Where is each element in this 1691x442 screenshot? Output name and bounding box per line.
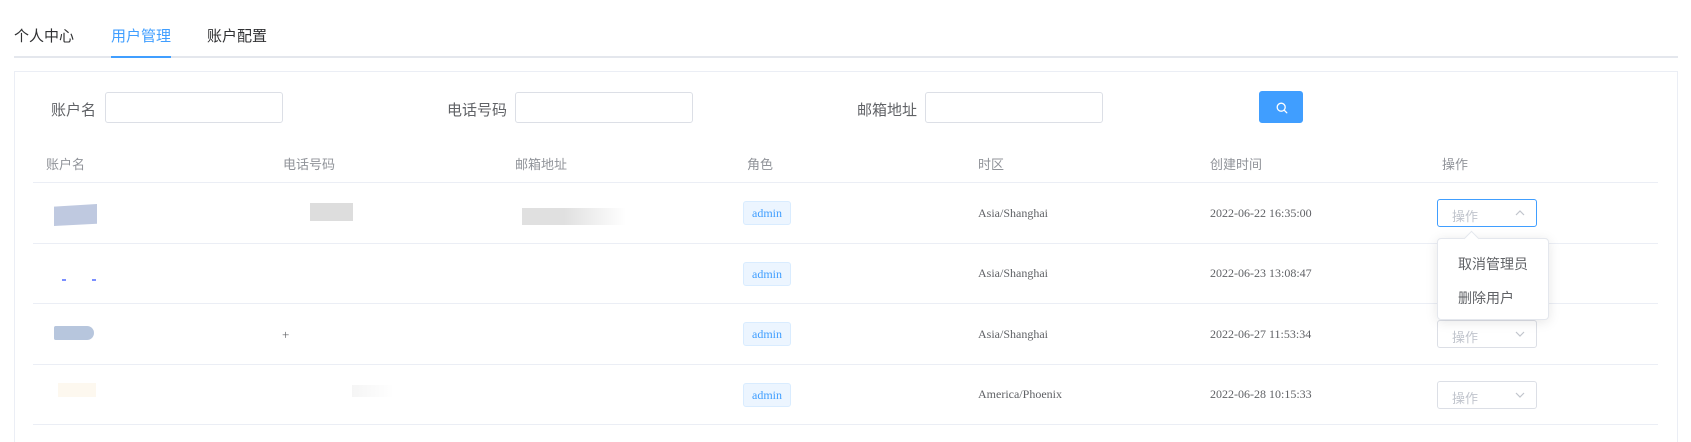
account-name-label: 账户名: [51, 102, 97, 119]
action-select-placeholder: 操作: [1452, 209, 1479, 224]
email-input[interactable]: [925, 92, 1103, 123]
menu-item-revoke-admin[interactable]: 取消管理员: [1458, 254, 1528, 274]
created-time-cell: 2022-06-22 16:35:00: [1210, 206, 1312, 220]
action-dropdown-menu: 取消管理员 删除用户: [1437, 238, 1549, 320]
row-divider: [33, 364, 1658, 365]
redacted-phone: [352, 385, 394, 397]
user-management-panel: [14, 71, 1678, 442]
action-select-placeholder: 操作: [1452, 330, 1479, 345]
phone-cell: +: [282, 327, 290, 342]
header-timezone: 时区: [978, 157, 1005, 172]
search-button[interactable]: [1259, 91, 1303, 123]
active-tab-indicator: [111, 56, 171, 58]
header-phone: 电话号码: [283, 157, 336, 172]
row-divider: [33, 182, 1658, 183]
header-actions: 操作: [1442, 157, 1469, 172]
role-tag: admin: [743, 322, 791, 346]
redacted-account-name: [54, 204, 97, 226]
role-tag: admin: [743, 383, 791, 407]
phone-label: 电话号码: [447, 102, 508, 119]
row-divider: [33, 303, 1658, 304]
email-label: 邮箱地址: [857, 102, 918, 119]
menu-item-delete-user[interactable]: 删除用户: [1458, 288, 1514, 308]
redacted-account-name: [58, 383, 96, 397]
created-time-cell: 2022-06-27 11:53:34: [1210, 327, 1312, 341]
header-role: 角色: [747, 157, 774, 172]
chevron-down-icon: [1515, 331, 1525, 337]
timezone-cell: Asia/Shanghai: [978, 327, 1048, 341]
role-tag: admin: [743, 262, 791, 286]
role-tag: admin: [743, 201, 791, 225]
redacted-account-name: [62, 279, 66, 281]
account-name-input[interactable]: [105, 92, 283, 123]
timezone-cell: Asia/Shanghai: [978, 266, 1048, 280]
header-created-time: 创建时间: [1210, 157, 1263, 172]
redacted-account-name: [54, 326, 94, 340]
action-select[interactable]: 操作: [1437, 381, 1537, 409]
header-account-name: 账户名: [46, 157, 86, 172]
tab-user-management[interactable]: 用户管理: [111, 25, 171, 46]
action-select[interactable]: 操作: [1437, 320, 1537, 348]
header-email: 邮箱地址: [515, 157, 568, 172]
chevron-up-icon: [1515, 210, 1525, 216]
chevron-down-icon: [1515, 392, 1525, 398]
tab-account-config[interactable]: 账户配置: [207, 25, 267, 46]
row-divider: [33, 243, 1658, 244]
redacted-email: [522, 208, 626, 225]
row-divider: [33, 424, 1658, 425]
tab-personal-center[interactable]: 个人中心: [14, 25, 74, 46]
redacted-account-name: [92, 279, 96, 281]
created-time-cell: 2022-06-23 13:08:47: [1210, 266, 1312, 280]
tab-bar: 个人中心 用户管理 账户配置: [14, 0, 1678, 58]
created-time-cell: 2022-06-28 10:15:33: [1210, 387, 1312, 401]
phone-input[interactable]: [515, 92, 693, 123]
redacted-phone: [310, 203, 353, 221]
timezone-cell: America/Phoenix: [978, 387, 1062, 401]
search-icon: [1276, 102, 1288, 114]
action-select-placeholder: 操作: [1452, 391, 1479, 406]
timezone-cell: Asia/Shanghai: [978, 206, 1048, 220]
action-select[interactable]: 操作: [1437, 199, 1537, 227]
